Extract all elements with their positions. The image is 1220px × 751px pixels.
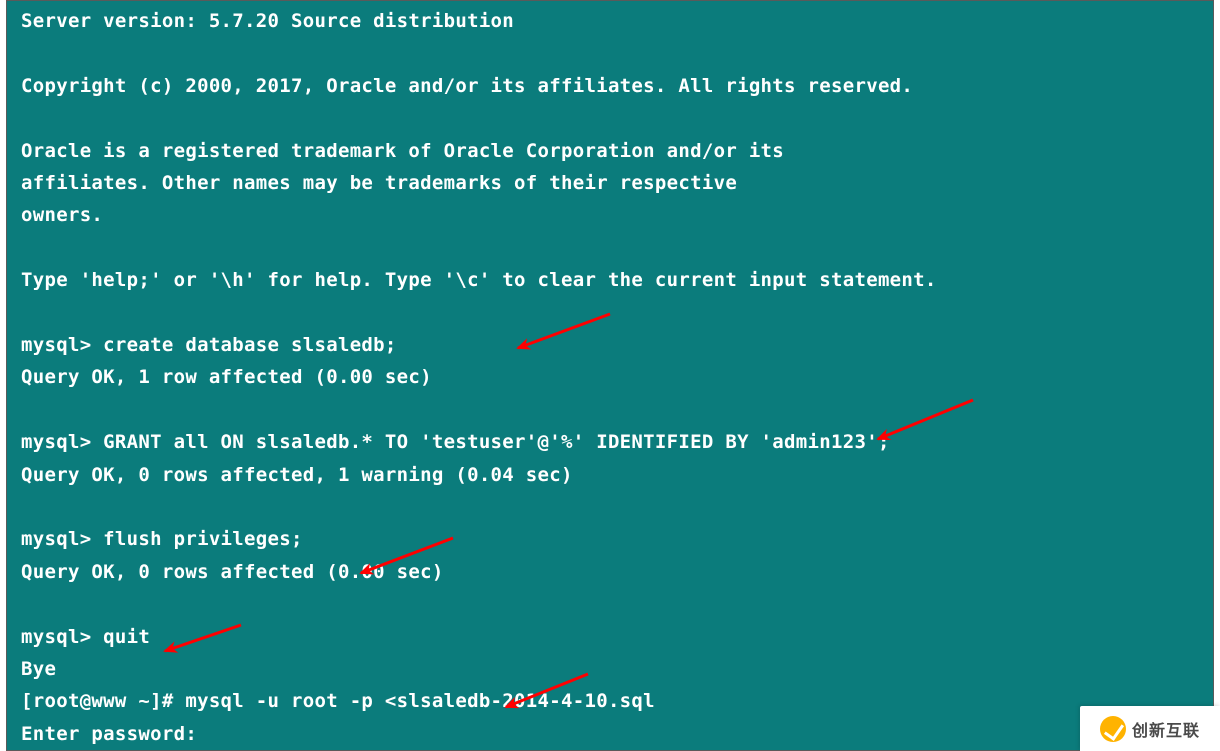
terminal-line: Type 'help;' or '\h' for help. Type '\c'…	[21, 264, 1213, 296]
terminal-line: mysql> GRANT all ON slsaledb.* TO 'testu…	[21, 426, 1213, 458]
terminal-output: Server version: 5.7.20 Source distributi…	[21, 5, 1213, 750]
terminal-line: Oracle is a registered trademark of Orac…	[21, 135, 1213, 167]
terminal-line: Query OK, 0 rows affected, 1 warning (0.…	[21, 459, 1213, 491]
terminal-line: owners.	[21, 199, 1213, 231]
terminal-line: Enter password:	[21, 718, 1213, 750]
terminal-window-frame: Server version: 5.7.20 Source distributi…	[6, 0, 1214, 751]
terminal-line	[21, 102, 1213, 134]
terminal-line: mysql> quit	[21, 621, 1213, 653]
terminal-line	[21, 232, 1213, 264]
terminal-line	[21, 588, 1213, 620]
terminal-line: [root@www ~]# mysql -u root -p <slsaledb…	[21, 685, 1213, 717]
watermark-text: 创新互联	[1132, 717, 1200, 741]
terminal-line: Query OK, 1 row affected (0.00 sec)	[21, 361, 1213, 393]
terminal-line: mysql> create database slsaledb;	[21, 329, 1213, 361]
terminal-line	[21, 394, 1213, 426]
terminal-line: Copyright (c) 2000, 2017, Oracle and/or …	[21, 70, 1213, 102]
watermark: 创新互联	[1080, 706, 1220, 751]
terminal-line: affiliates. Other names may be trademark…	[21, 167, 1213, 199]
terminal-line	[21, 297, 1213, 329]
terminal-line: Bye	[21, 653, 1213, 685]
check-badge-icon	[1100, 716, 1126, 742]
terminal-line	[21, 37, 1213, 69]
terminal-line: Server version: 5.7.20 Source distributi…	[21, 5, 1213, 37]
terminal-line: mysql> flush privileges;	[21, 523, 1213, 555]
terminal-line: Query OK, 0 rows affected (0.00 sec)	[21, 556, 1213, 588]
terminal-line	[21, 491, 1213, 523]
